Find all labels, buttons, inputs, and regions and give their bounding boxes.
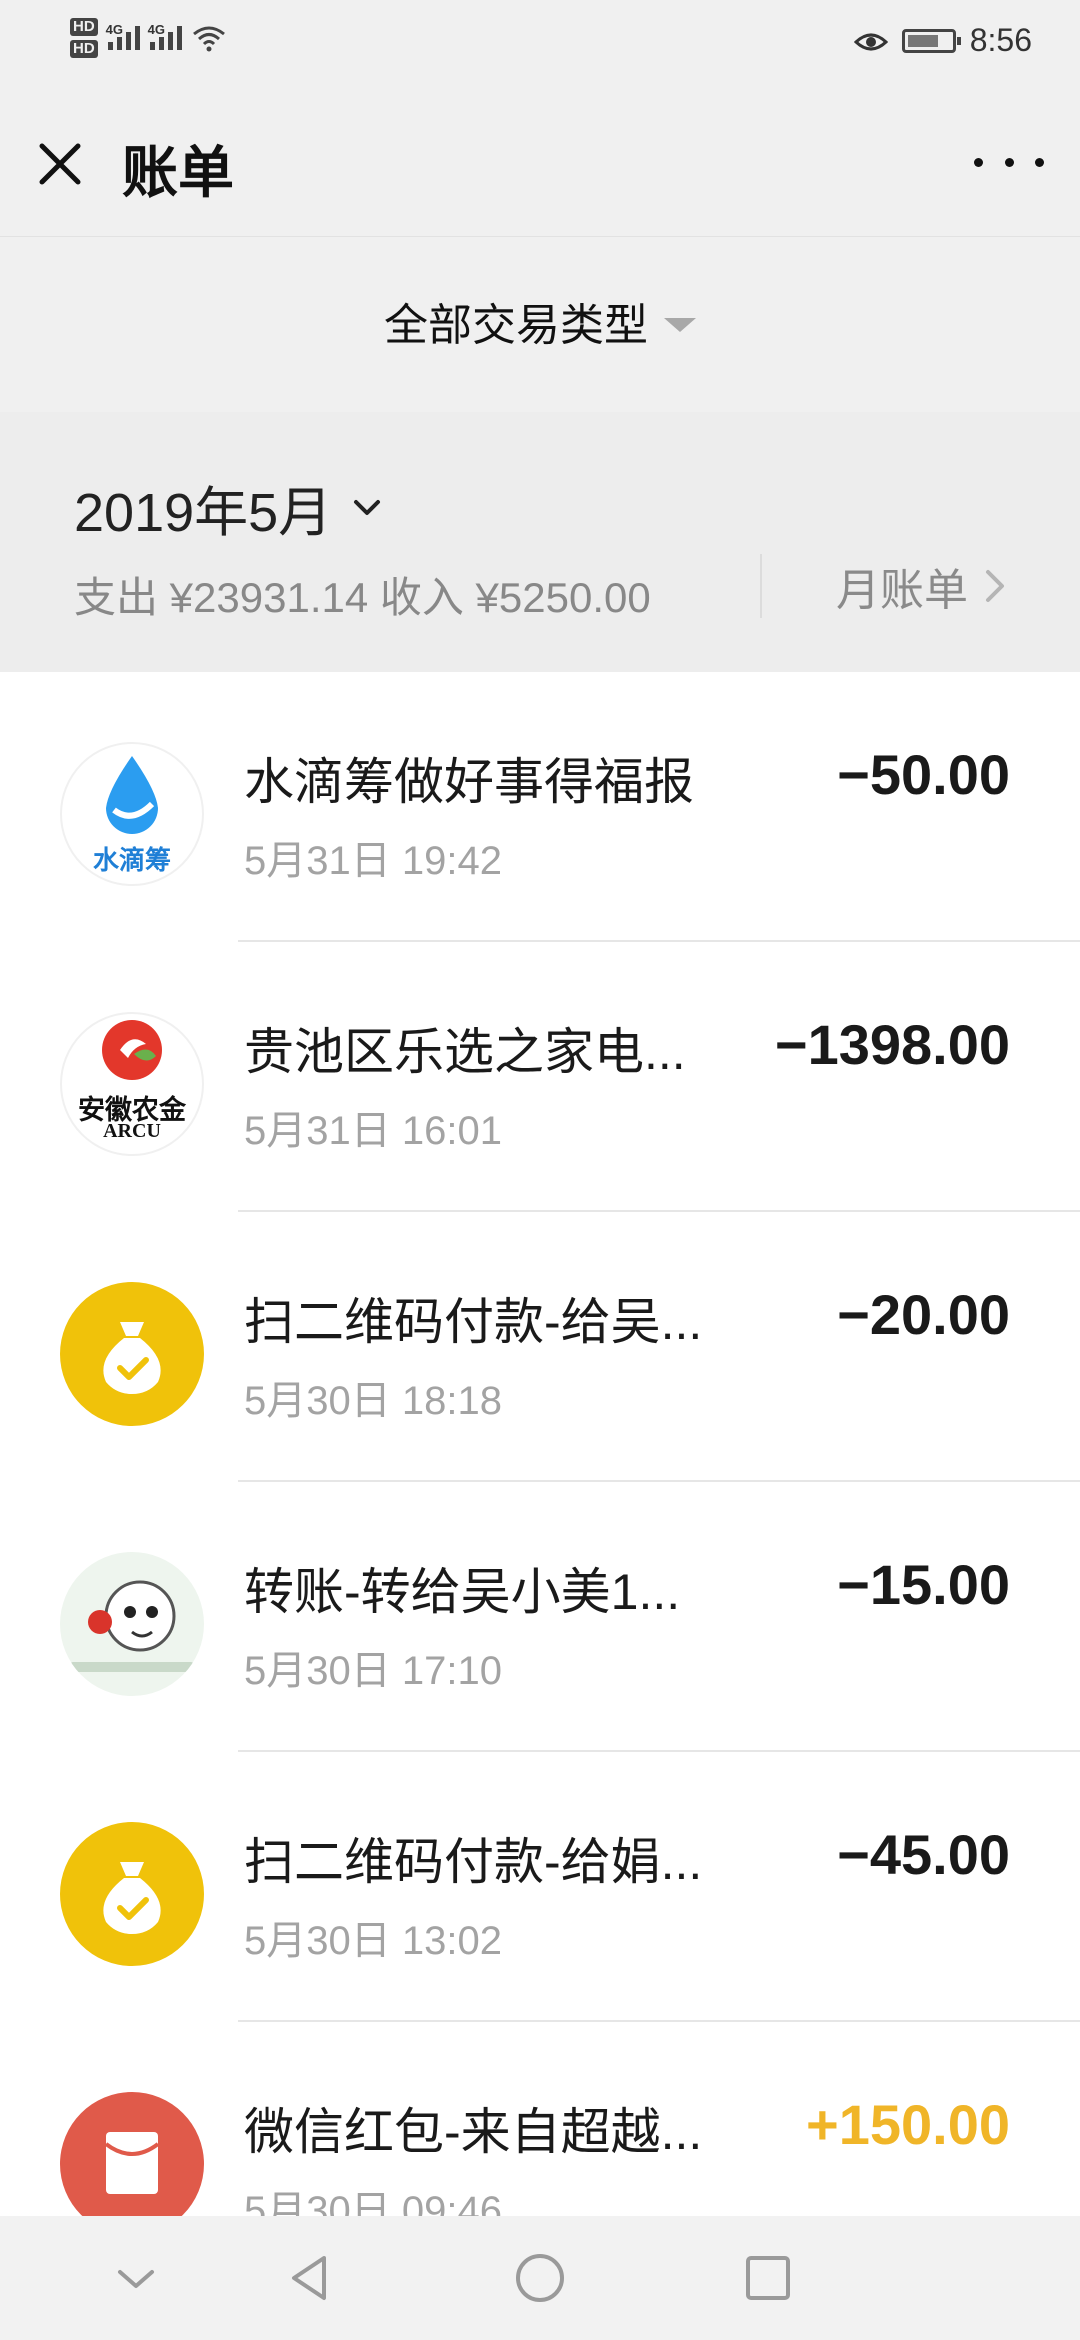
transaction-time: 5月30日 13:02 [244,1919,502,1963]
status-right: 8:56 [853,22,1032,59]
more-options-button[interactable] [974,142,1044,182]
transaction-title: 扫二维码付款-给娟... [244,1834,703,1890]
user-avatar [60,1552,204,1696]
monthly-bill-link[interactable]: 月账单 [836,554,1006,618]
month-selector[interactable]: 2019年5月 [74,468,382,547]
home-icon[interactable] [510,2248,570,2308]
logo-text: 水滴筹 [92,845,171,875]
transaction-row[interactable]: 扫二维码付款-给娟... 5月30日 13:02 −45.00 [0,1752,1080,2022]
recent-apps-icon[interactable] [738,2248,798,2308]
transaction-amount: −1398.00 [774,1013,1010,1076]
status-left: HD HD 4G 4G [70,18,226,58]
chevron-right-icon [986,570,1004,602]
eye-icon [853,33,888,50]
battery-icon [901,28,961,53]
hide-nav-icon[interactable] [106,2248,166,2308]
month-label: 2019年5月 [74,483,333,543]
arcu-bank-logo-icon: 安徽农金 ARCU [60,1012,204,1156]
chevron-down-icon [354,499,381,515]
status-bar: HD HD 4G 4G 8:56 [0,0,1080,92]
shuidichou-logo-icon: 水滴筹 [60,742,204,886]
signal-icon-1: 4G [106,22,140,50]
monthly-bill-label: 月账单 [836,566,968,615]
hd1-label: HD [70,18,98,36]
bank-abbr-text: ARCU [103,1120,161,1142]
transaction-time: 5月31日 16:01 [244,1109,502,1153]
back-icon[interactable] [280,2248,340,2308]
page-title: 账单 [122,141,234,204]
title-bar: 账单 [0,92,1080,236]
month-header: 2019年5月 支出 ¥23931.14 收入 ¥5250.00 月账单 [0,412,1080,672]
transaction-title: 水滴筹做好事得福报 [244,754,694,810]
red-packet-icon [60,2092,204,2236]
transaction-title: 贵池区乐选之家电... [244,1024,686,1080]
network-type-1: 4G [105,22,124,37]
more-dot-icon [1004,157,1014,167]
transaction-title: 微信红包-来自超越... [244,2104,703,2160]
transaction-amount: −20.00 [837,1283,1010,1346]
bank-emblem-icon [102,1020,162,1080]
divider [760,554,762,618]
transaction-row[interactable]: 水滴筹 水滴筹做好事得福报 5月31日 19:42 −50.00 [0,672,1080,942]
dropdown-arrow-icon [664,318,696,332]
hd2-label: HD [70,40,98,58]
signal-icon-2: 4G [148,22,182,50]
close-icon[interactable] [30,134,90,194]
network-type-2: 4G [147,22,166,37]
money-bag-icon [60,1282,204,1426]
filter-bar: 全部交易类型 [0,236,1080,412]
hd-icon: HD HD [70,18,98,58]
transaction-amount: −15.00 [837,1553,1010,1616]
transaction-type-filter[interactable]: 全部交易类型 [0,289,1080,353]
transaction-list: 水滴筹 水滴筹做好事得福报 5月31日 19:42 −50.00 安徽农金 AR… [0,672,1080,2292]
transaction-time: 5月31日 19:42 [244,839,502,883]
clock: 8:56 [969,22,1032,58]
more-dot-icon [974,157,983,167]
more-dot-icon [1035,157,1044,167]
transaction-row[interactable]: 安徽农金 ARCU 贵池区乐选之家电... 5月31日 16:01 −1398.… [0,942,1080,1212]
transaction-title: 转账-转给吴小美1... [244,1564,681,1620]
transaction-amount: −45.00 [837,1823,1010,1886]
transaction-amount: −50.00 [837,743,1010,806]
system-nav-bar [0,2216,1080,2340]
filter-label: 全部交易类型 [384,301,648,350]
wifi-icon [192,26,225,52]
transaction-row[interactable]: 转账-转给吴小美1... 5月30日 17:10 −15.00 [0,1482,1080,1752]
transaction-amount: +150.00 [806,2093,1010,2156]
month-summary: 支出 ¥23931.14 收入 ¥5250.00 [74,574,651,621]
money-bag-icon [60,1822,204,1966]
transaction-title: 扫二维码付款-给吴... [244,1294,703,1350]
transaction-time: 5月30日 17:10 [244,1649,502,1693]
transaction-row[interactable]: 扫二维码付款-给吴... 5月30日 18:18 −20.00 [0,1212,1080,1482]
transaction-time: 5月30日 18:18 [244,1379,502,1423]
